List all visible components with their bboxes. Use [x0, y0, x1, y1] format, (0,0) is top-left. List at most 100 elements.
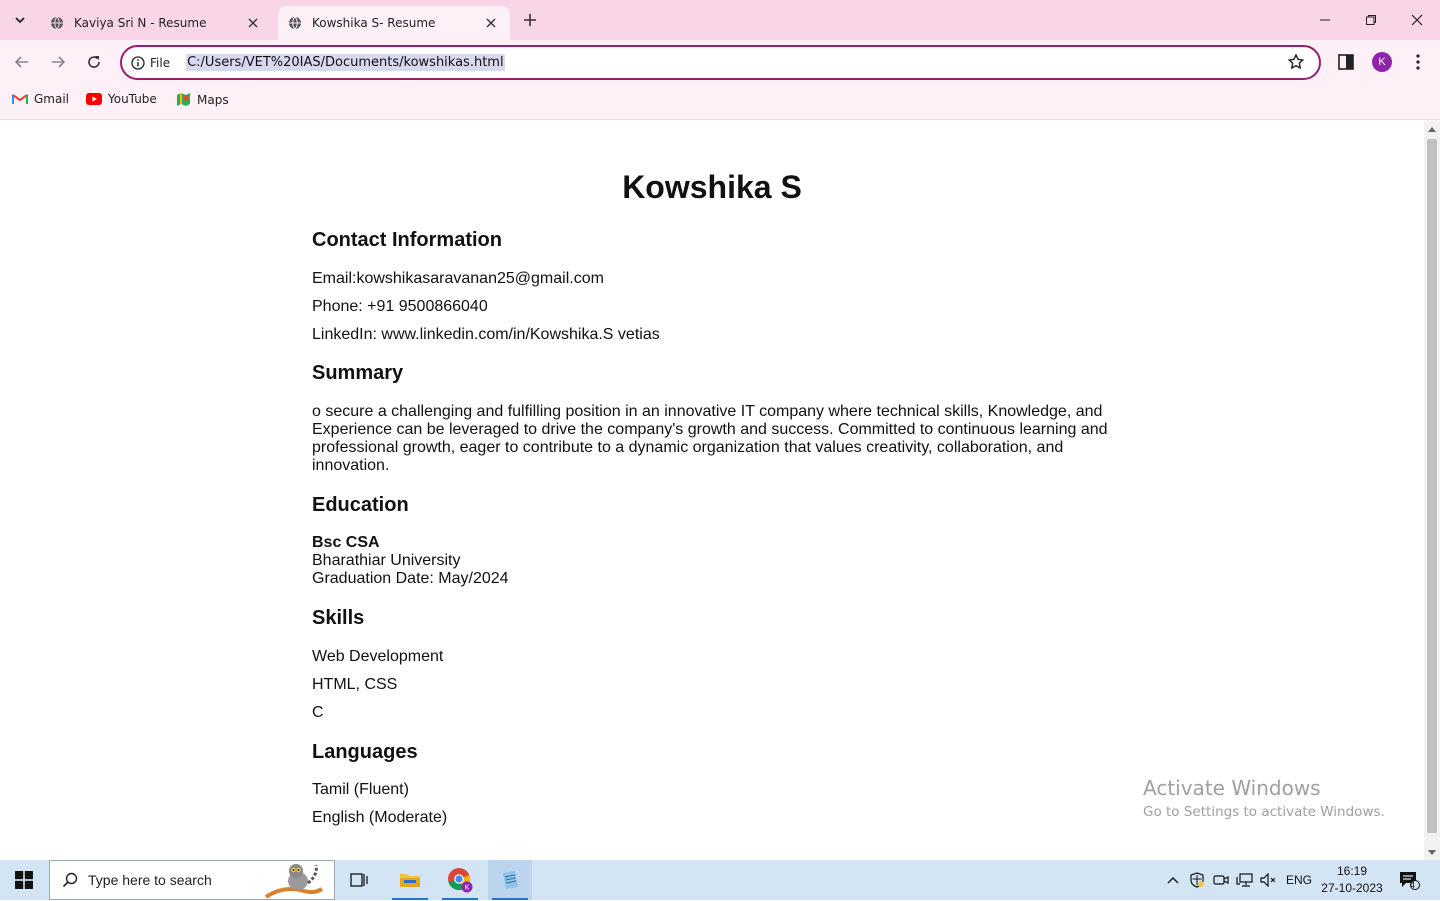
- education-graduation: Graduation Date: May/2024: [312, 570, 509, 587]
- gmail-icon: [12, 94, 28, 104]
- reload-icon: [88, 56, 100, 68]
- tab-title: Kaviya Sri N - Resume: [74, 16, 207, 30]
- task-view-button[interactable]: [338, 860, 382, 900]
- clock-date: 27-10-2023: [1321, 881, 1383, 895]
- tab-kaviya-resume[interactable]: Kaviya Sri N - Resume: [40, 6, 272, 40]
- bookmark-label: YouTube: [108, 92, 157, 106]
- file-explorer-button[interactable]: [388, 860, 432, 900]
- close-tab-icon[interactable]: [244, 14, 262, 32]
- notification-center-button[interactable]: 4: [1394, 860, 1424, 900]
- new-tab-button[interactable]: [520, 10, 540, 30]
- language-item: English (Moderate): [312, 809, 448, 826]
- scheme-label: File: [150, 55, 171, 70]
- restore-icon: [1366, 15, 1376, 25]
- chevron-up-icon: [1167, 877, 1179, 884]
- browser-toolbar: File C:/Users/VET%20IAS/Documents/kowshi…: [0, 40, 1440, 86]
- page-viewport: Kowshika S Contact Information Email:kow…: [0, 121, 1424, 860]
- bookmark-label: Gmail: [34, 92, 70, 106]
- browser-menu-button[interactable]: [1408, 50, 1428, 74]
- arrow-left-icon: [14, 56, 28, 68]
- bookmark-youtube[interactable]: YouTube: [86, 92, 157, 106]
- languages-heading: Languages: [312, 741, 418, 763]
- globe-icon: [289, 16, 301, 30]
- chrome-icon: K: [448, 868, 473, 893]
- address-bar[interactable]: File C:/Users/VET%20IAS/Documents/kowshi…: [120, 45, 1321, 80]
- youtube-icon: [86, 93, 102, 105]
- chrome-button[interactable]: K: [438, 860, 482, 900]
- show-hidden-icons-button[interactable]: [1162, 860, 1184, 900]
- page-scrollbar[interactable]: [1424, 121, 1440, 860]
- language-item: Tamil (Fluent): [312, 781, 409, 798]
- taskbar-search-box[interactable]: Type here to search: [49, 860, 335, 900]
- camera-icon: [1213, 875, 1229, 885]
- close-tab-icon[interactable]: [482, 14, 500, 32]
- reload-button[interactable]: [80, 48, 108, 76]
- skill-item: C: [312, 704, 324, 721]
- shield-icon: [1190, 872, 1204, 888]
- task-view-icon: [350, 873, 368, 887]
- bookmark-star-icon[interactable]: [1287, 53, 1305, 71]
- search-placeholder: Type here to search: [88, 872, 212, 888]
- lemur-search-highlight-icon: [264, 864, 324, 899]
- education-heading: Education: [312, 494, 409, 516]
- summary-heading: Summary: [312, 362, 404, 384]
- activate-windows-watermark: Activate Windows Go to Settings to activ…: [1143, 776, 1385, 820]
- meet-now-tray-button[interactable]: [1210, 860, 1232, 900]
- volume-tray-button[interactable]: [1258, 860, 1280, 900]
- watermark-subtitle: Go to Settings to activate Windows.: [1143, 804, 1385, 820]
- globe-icon: [51, 16, 63, 30]
- windows-taskbar: Type here to search K ENG 16:19 27-10-20…: [0, 860, 1440, 900]
- search-icon: [62, 872, 78, 888]
- notification-count: 4: [1410, 880, 1416, 890]
- tab-kowshika-resume[interactable]: Kowshika S- Resume: [278, 6, 510, 40]
- notepad-icon: [503, 871, 518, 889]
- network-tray-button[interactable]: [1234, 860, 1256, 900]
- close-icon: [1411, 14, 1423, 26]
- clock-time: 16:19: [1336, 864, 1368, 878]
- system-clock[interactable]: 16:19 27-10-2023: [1316, 863, 1388, 897]
- chevron-down-icon: [15, 17, 25, 24]
- tab-search-button[interactable]: [8, 8, 32, 32]
- security-tray-button[interactable]: [1186, 860, 1208, 900]
- education-degree: Bsc CSA: [312, 534, 380, 551]
- contact-phone: Phone: +91 9500866040: [312, 298, 488, 315]
- tab-title: Kowshika S- Resume: [312, 16, 436, 30]
- svg-text:K: K: [465, 884, 470, 892]
- close-window-button[interactable]: [1394, 0, 1440, 40]
- folder-icon: [400, 874, 420, 887]
- skill-item: Web Development: [312, 648, 444, 665]
- bookmark-gmail[interactable]: Gmail: [12, 92, 69, 106]
- kebab-menu-icon: [1416, 54, 1420, 70]
- bookmark-maps[interactable]: Maps: [176, 92, 229, 107]
- site-info-chip[interactable]: File: [122, 56, 170, 70]
- contact-email: Email:kowshikasaravanan25@gmail.com: [312, 270, 604, 287]
- tab-strip: Kaviya Sri N - Resume Kowshika S- Resume: [0, 0, 1440, 40]
- forward-button[interactable]: [44, 48, 72, 76]
- scroll-down-arrow-icon[interactable]: [1428, 850, 1436, 855]
- minimize-icon: [1320, 19, 1330, 21]
- notification-icon: [1400, 872, 1420, 890]
- contact-heading: Contact Information: [312, 229, 502, 251]
- network-icon: [1236, 873, 1253, 887]
- notepad-button[interactable]: [488, 860, 532, 900]
- maps-icon: [177, 93, 190, 106]
- input-language-indicator[interactable]: ENG: [1284, 860, 1314, 900]
- profile-avatar[interactable]: K: [1372, 52, 1392, 72]
- back-button[interactable]: [8, 48, 36, 76]
- restore-button[interactable]: [1348, 0, 1394, 40]
- skills-heading: Skills: [312, 607, 365, 629]
- scroll-up-arrow-icon[interactable]: [1428, 127, 1436, 132]
- resume-name: Kowshika S: [622, 169, 802, 205]
- side-panel-icon[interactable]: [1334, 50, 1358, 74]
- bookmarks-bar: Gmail YouTube Maps: [0, 86, 1440, 120]
- url-text[interactable]: C:/Users/VET%20IAS/Documents/kowshikas.h…: [186, 54, 505, 71]
- scroll-thumb[interactable]: [1427, 139, 1437, 833]
- start-button[interactable]: [0, 860, 48, 900]
- minimize-button[interactable]: [1302, 0, 1348, 40]
- watermark-title: Activate Windows: [1143, 776, 1321, 800]
- info-icon: [131, 55, 145, 70]
- plus-icon: [524, 14, 536, 26]
- summary-text: o secure a challenging and fulfilling po…: [312, 403, 1108, 474]
- contact-linkedin: LinkedIn: www.linkedin.com/in/Kowshika.S…: [312, 326, 660, 343]
- education-university: Bharathiar University: [312, 552, 461, 569]
